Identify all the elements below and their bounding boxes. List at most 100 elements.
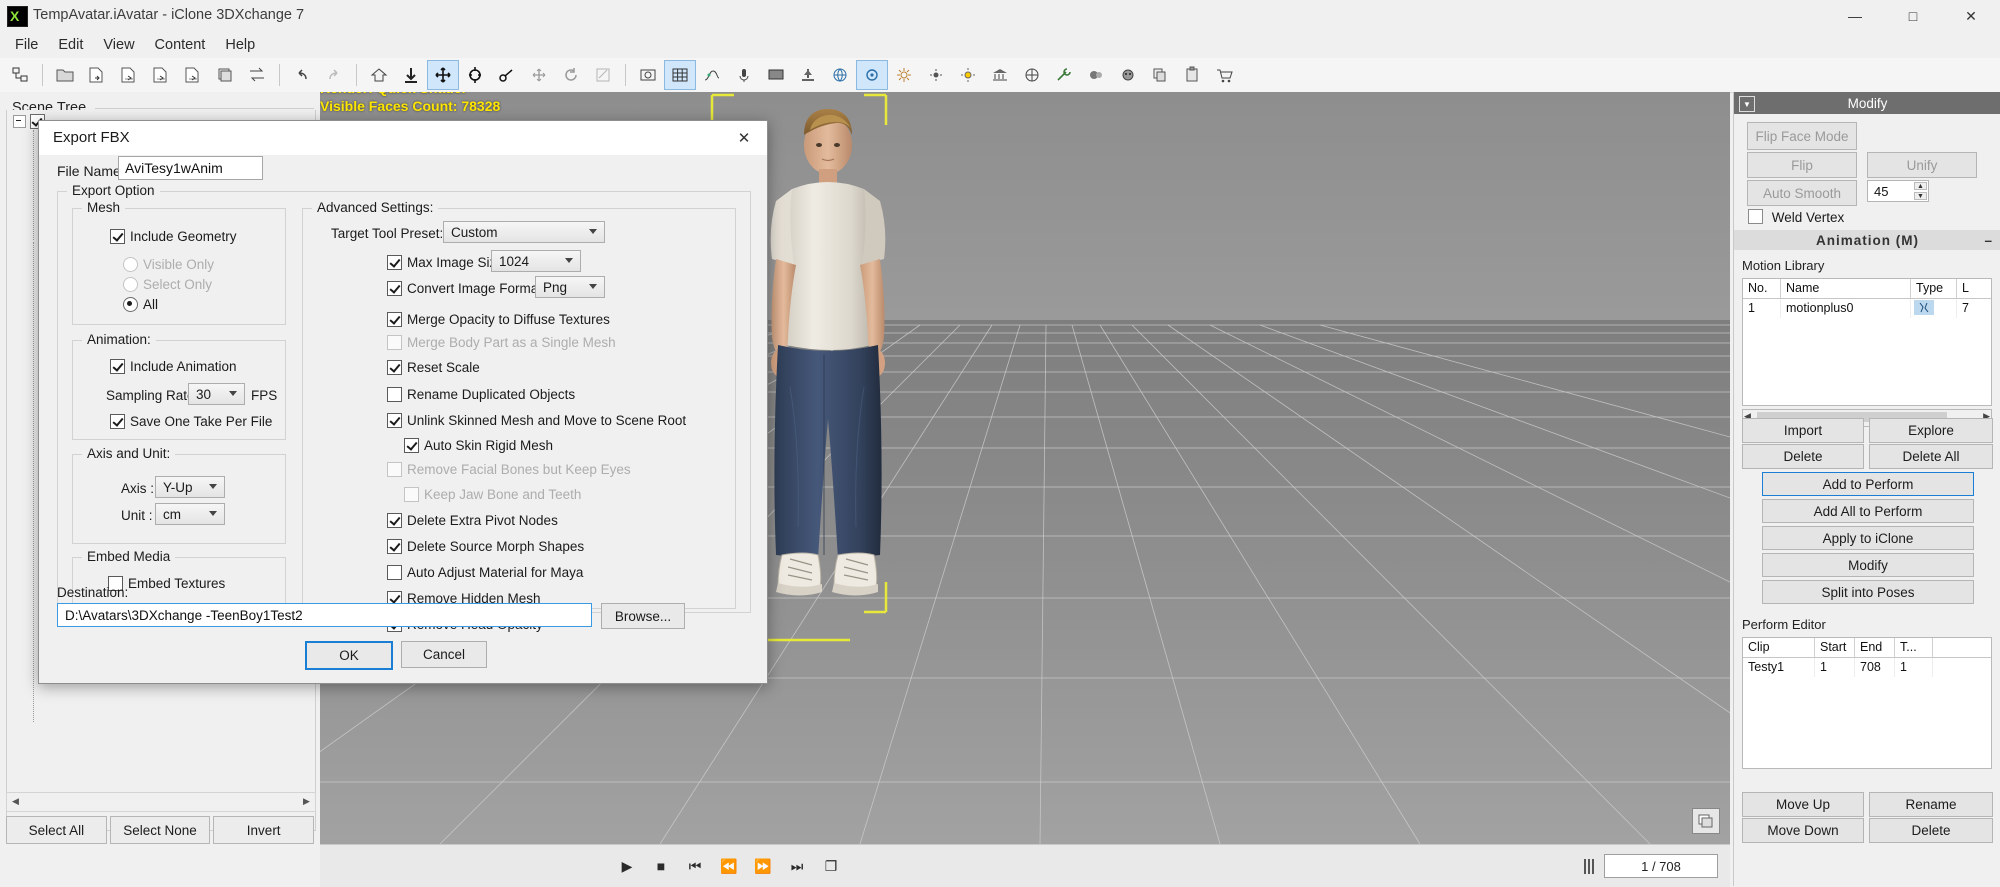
- drop-to-floor-icon[interactable]: [395, 60, 427, 90]
- move-up-button[interactable]: Move Up: [1742, 792, 1864, 817]
- weld-vertex-checkbox[interactable]: [1748, 209, 1763, 224]
- prev-frame-button[interactable]: ⏪: [712, 852, 746, 880]
- remove-facial-bones-checkbox[interactable]: [387, 462, 402, 477]
- weld-vertex-row[interactable]: Weld Vertex: [1748, 209, 1844, 225]
- flip-button[interactable]: Flip: [1747, 152, 1857, 178]
- undo-icon[interactable]: [286, 60, 318, 90]
- motion-library-table[interactable]: No. Name Type L 1 motionplus0 7: [1742, 278, 1992, 406]
- unlink-skinned-mesh-checkbox[interactable]: [387, 413, 402, 428]
- select-none-button[interactable]: Select None: [109, 816, 211, 844]
- all-radio[interactable]: [123, 297, 138, 312]
- screen-icon[interactable]: [760, 60, 792, 90]
- menu-content[interactable]: Content: [145, 34, 216, 56]
- reset-scale-checkbox[interactable]: [387, 360, 402, 375]
- delete-source-morph-checkbox[interactable]: [387, 539, 402, 554]
- rename-duplicated-row[interactable]: Rename Duplicated Objects: [387, 387, 575, 402]
- auto-skin-rigid-mesh-row[interactable]: Auto Skin Rigid Mesh: [404, 438, 553, 453]
- home-icon[interactable]: [363, 60, 395, 90]
- maximize-button[interactable]: □: [1884, 0, 1942, 32]
- ok-button[interactable]: OK: [305, 641, 393, 670]
- max-image-size-select[interactable]: 1024: [491, 250, 581, 272]
- delete-button[interactable]: Delete: [1742, 444, 1864, 469]
- file-name-input[interactable]: AviTesy1wAnim: [118, 156, 263, 180]
- delete-clip-button[interactable]: Delete: [1869, 818, 1993, 843]
- convert-icon[interactable]: [241, 60, 273, 90]
- copy-icon[interactable]: [1144, 60, 1176, 90]
- move-icon[interactable]: [427, 60, 459, 90]
- light-icon[interactable]: [920, 60, 952, 90]
- timeline-slider-handle[interactable]: [1584, 858, 1594, 874]
- menu-view[interactable]: View: [93, 34, 144, 56]
- flip-face-mode-button[interactable]: Flip Face Mode: [1747, 122, 1857, 150]
- axis-select[interactable]: Y-Up: [155, 476, 225, 498]
- spot-light-icon[interactable]: [952, 60, 984, 90]
- auto-smooth-button[interactable]: Auto Smooth: [1747, 180, 1857, 206]
- export-fbx-icon[interactable]: [81, 60, 113, 90]
- earth-icon[interactable]: [1016, 60, 1048, 90]
- scale-icon[interactable]: [491, 60, 523, 90]
- remove-facial-bones-row[interactable]: Remove Facial Bones but Keep Eyes: [387, 462, 631, 477]
- perform-editor-table[interactable]: Clip Start End T... Testy1 1 708 1: [1742, 637, 1992, 769]
- modify-button[interactable]: Modify: [1762, 553, 1974, 577]
- table-row[interactable]: Testy1 1 708 1: [1743, 658, 1991, 677]
- export-obj-icon[interactable]: [145, 60, 177, 90]
- explore-button[interactable]: Explore: [1869, 418, 1993, 443]
- unify-button[interactable]: Unify: [1867, 152, 1977, 178]
- move-down-button[interactable]: Move Down: [1742, 818, 1864, 843]
- select-all-button[interactable]: Select All: [6, 816, 107, 844]
- batch-convert-icon[interactable]: [209, 60, 241, 90]
- merge-body-part-row[interactable]: Merge Body Part as a Single Mesh: [387, 335, 616, 350]
- globe-icon[interactable]: [824, 60, 856, 90]
- select-only-radio[interactable]: [123, 277, 138, 292]
- last-frame-button[interactable]: ⏭: [780, 852, 814, 880]
- grid-icon[interactable]: [664, 60, 696, 90]
- material-icon[interactable]: [1080, 60, 1112, 90]
- sampling-rate-select[interactable]: 30: [188, 383, 245, 405]
- delete-extra-pivot-row[interactable]: Delete Extra Pivot Nodes: [387, 513, 558, 528]
- delete-all-button[interactable]: Delete All: [1869, 444, 1993, 469]
- target-tool-preset-select[interactable]: Custom: [443, 221, 605, 243]
- auto-adjust-material-row[interactable]: Auto Adjust Material for Maya: [387, 565, 583, 580]
- edit-icon[interactable]: [587, 60, 619, 90]
- collapse-icon[interactable]: ▼: [1739, 96, 1755, 112]
- split-into-poses-button[interactable]: Split into Poses: [1762, 580, 1974, 604]
- reset-scale-row[interactable]: Reset Scale: [387, 360, 480, 375]
- browse-button[interactable]: Browse...: [601, 603, 685, 629]
- save-one-take-row[interactable]: Save One Take Per File: [110, 414, 272, 429]
- visible-only-radio[interactable]: [123, 257, 138, 272]
- auto-adjust-material-checkbox[interactable]: [387, 565, 402, 580]
- table-row[interactable]: 1 motionplus0 7: [1743, 299, 1991, 318]
- merge-body-part-checkbox[interactable]: [387, 335, 402, 350]
- apply-to-iclone-button[interactable]: Apply to iClone: [1762, 526, 1974, 550]
- destination-input[interactable]: D:\Avatars\3DXchange -TeenBoy1Test2: [57, 603, 592, 627]
- section-collapse-icon[interactable]: –: [1984, 233, 1993, 248]
- delete-extra-pivot-checkbox[interactable]: [387, 513, 402, 528]
- stepper-up-icon[interactable]: ▲: [1914, 182, 1927, 190]
- first-frame-button[interactable]: ⏮: [678, 852, 712, 880]
- transform-icon[interactable]: [523, 60, 555, 90]
- convert-image-format-row[interactable]: Convert Image Format to: [387, 281, 557, 296]
- unit-select[interactable]: cm: [155, 503, 225, 525]
- next-frame-button[interactable]: ⏩: [746, 852, 780, 880]
- pivot-icon[interactable]: [856, 60, 888, 90]
- face-icon[interactable]: [1112, 60, 1144, 90]
- scene-tree-hscrollbar[interactable]: ◀ ▶: [6, 792, 316, 812]
- include-animation-row[interactable]: Include Animation: [110, 359, 237, 374]
- select-only-row[interactable]: Select Only: [123, 277, 212, 292]
- export-iclone-icon[interactable]: [177, 60, 209, 90]
- convert-image-format-checkbox[interactable]: [387, 281, 402, 296]
- reset-icon[interactable]: [555, 60, 587, 90]
- add-all-to-perform-button[interactable]: Add All to Perform: [1762, 499, 1974, 523]
- redo-icon[interactable]: [318, 60, 350, 90]
- stop-button[interactable]: ■: [644, 852, 678, 880]
- add-to-perform-button[interactable]: Add to Perform: [1762, 472, 1974, 496]
- museum-icon[interactable]: [984, 60, 1016, 90]
- menu-file[interactable]: File: [5, 34, 48, 56]
- camera-icon[interactable]: [632, 60, 664, 90]
- auto-skin-rigid-mesh-checkbox[interactable]: [404, 438, 419, 453]
- stepper-down-icon[interactable]: ▼: [1914, 192, 1927, 200]
- rotate-icon[interactable]: [459, 60, 491, 90]
- skin-icon[interactable]: [888, 60, 920, 90]
- keep-jaw-bone-checkbox[interactable]: [404, 487, 419, 502]
- merge-opacity-checkbox[interactable]: [387, 312, 402, 327]
